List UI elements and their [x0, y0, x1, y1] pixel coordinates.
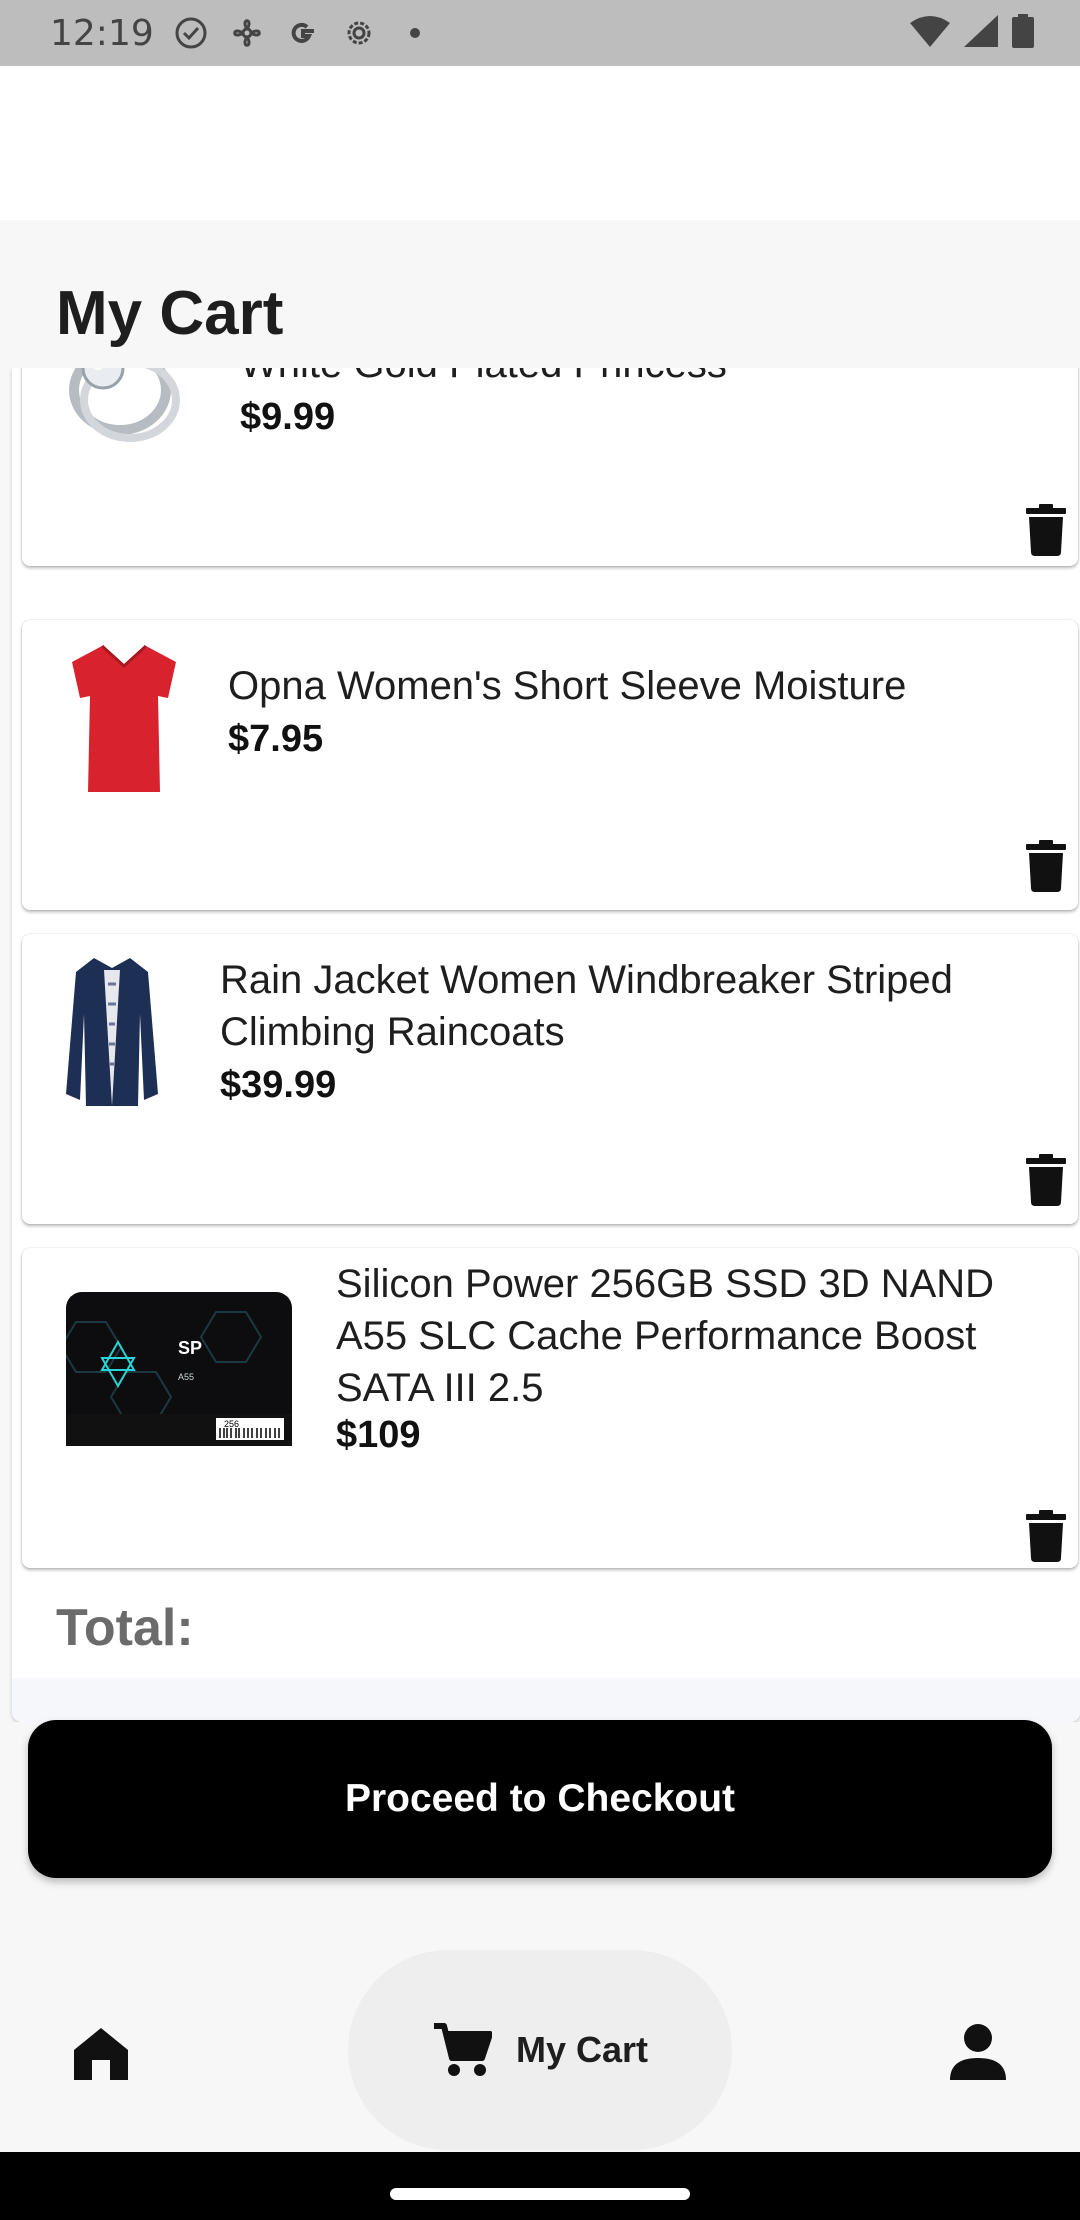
checkout-button[interactable]: Proceed to Checkout	[28, 1720, 1052, 1878]
cart-item-ring[interactable]: White Gold Plated Princess $9.99	[22, 368, 1078, 566]
app-bar	[0, 66, 1080, 220]
total-strip	[12, 1678, 1080, 1722]
ssd-image: SP A55 256	[66, 1292, 292, 1446]
ssd-brand: SP	[178, 1338, 202, 1358]
delete-icon[interactable]	[1026, 504, 1066, 556]
shirt-image	[72, 644, 176, 792]
item-price: $9.99	[240, 396, 336, 438]
home-icon[interactable]	[70, 2022, 132, 2084]
total-label: Total:	[56, 1599, 194, 1657]
fan-icon	[230, 16, 264, 50]
ssd-capacity: 256	[224, 1419, 239, 1429]
check-circle-icon	[174, 16, 208, 50]
item-price: $7.95	[228, 718, 324, 760]
cart-item-shirt[interactable]: Opna Women's Short Sleeve Moisture $7.95	[22, 620, 1078, 910]
status-system-icons	[910, 14, 1034, 52]
delete-icon[interactable]	[1026, 840, 1066, 892]
nav-cart-label: My Cart	[515, 2029, 649, 2070]
signal-icon	[964, 15, 998, 51]
cart-item-jacket[interactable]: Rain Jacket Women Windbreaker Striped Cl…	[22, 934, 1078, 1224]
delete-icon[interactable]	[1026, 1510, 1066, 1562]
item-name: Rain Jacket Women Windbreaker Striped Cl…	[220, 958, 953, 1054]
delete-icon[interactable]	[1026, 1154, 1066, 1206]
dot-icon	[398, 16, 432, 50]
item-name: Opna Women's Short Sleeve Moisture	[228, 664, 907, 708]
battery-icon	[1012, 14, 1034, 52]
item-price: $39.99	[220, 1064, 337, 1106]
nav-cart-tab[interactable]: My Cart	[348, 1950, 732, 2150]
item-name: Silicon Power 256GB SSD 3D NAND A55 SLC …	[336, 1262, 995, 1410]
home-gesture-handle[interactable]	[390, 2188, 690, 2200]
gesture-bar	[0, 2152, 1080, 2220]
cart-item-ssd[interactable]: SP A55 256 Silicon Power 256GB SSD 3D NA…	[22, 1248, 1078, 1568]
person-icon[interactable]	[950, 2022, 1006, 2082]
wifi-icon	[910, 15, 950, 51]
ring-image	[69, 368, 180, 442]
cart-icon	[433, 2023, 492, 2076]
item-price: $109	[336, 1414, 421, 1456]
status-bar: 12:19	[0, 0, 1080, 66]
status-notification-icons	[174, 16, 432, 50]
jacket-image	[66, 958, 158, 1106]
ssd-model: A55	[178, 1372, 194, 1382]
item-name: White Gold Plated Princess	[240, 368, 1040, 390]
page-title: My Cart	[56, 279, 284, 348]
status-time: 12:19	[50, 12, 154, 54]
google-icon	[286, 16, 320, 50]
bottom-nav: My Cart	[0, 1930, 1080, 2152]
cart-list[interactable]: White Gold Plated Princess $9.99 Opna Wo…	[0, 368, 1080, 1722]
settings-icon	[342, 16, 376, 50]
